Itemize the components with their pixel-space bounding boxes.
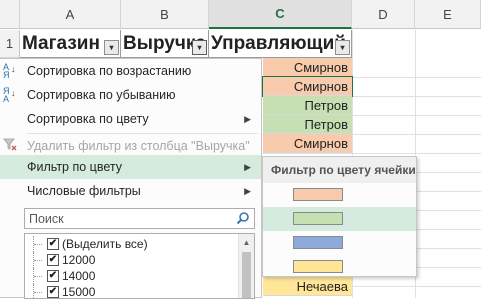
checkbox[interactable]: ✔ xyxy=(47,254,59,266)
list-item[interactable]: ✔ 15000 xyxy=(33,284,96,299)
header-cell-manager-text: Управляющий xyxy=(211,32,346,54)
autofilter-menu: А Я ↓ Сортировка по возрастанию Я А ↓ Сортир… xyxy=(0,58,262,299)
cell-manager[interactable]: Нечаева xyxy=(263,277,352,296)
checkbox[interactable]: ✔ xyxy=(47,238,59,250)
cell-manager[interactable]: Смирнов xyxy=(263,58,352,77)
menu-sort-ascending-label: Сортировка по возрастанию xyxy=(27,64,192,78)
header-cell-shop-text: Магазин xyxy=(22,32,100,54)
values-listbox[interactable]: ✔ (Выделить все) ✔ 12000 ✔ 14000 ✔ 15000… xyxy=(24,233,255,299)
color-option[interactable] xyxy=(263,207,416,231)
menu-sort-ascending[interactable]: А Я ↓ Сортировка по возрастанию xyxy=(0,59,261,83)
header-cell-revenue[interactable]: Выручка ▾ xyxy=(121,30,209,58)
sort-descending-icon: Я А ↓ xyxy=(3,86,16,104)
color-option[interactable] xyxy=(263,231,416,255)
scroll-up-icon[interactable]: ▲ xyxy=(239,234,254,250)
filter-by-cell-color-submenu: Фильтр по цвету ячейки xyxy=(262,156,417,277)
menu-filter-by-color[interactable]: Фильтр по цвету ▶ xyxy=(0,155,261,179)
menu-sort-by-color-label: Сортировка по цвету xyxy=(27,112,149,126)
color-swatch-blue xyxy=(293,236,343,249)
tree-line xyxy=(33,252,45,268)
color-swatch-yellow xyxy=(293,260,343,273)
select-all-corner[interactable] xyxy=(0,0,20,29)
menu-number-filters[interactable]: Числовые фильтры ▶ xyxy=(0,179,261,203)
tree-line xyxy=(33,268,45,284)
filter-dropdown-button-b[interactable]: ▾ xyxy=(192,40,207,55)
tree-line xyxy=(33,236,45,252)
column-header-b[interactable]: B xyxy=(121,0,209,29)
filter-dropdown-button-c[interactable]: ▾ xyxy=(335,40,350,55)
menu-filter-by-color-label: Фильтр по цвету xyxy=(27,160,122,174)
clear-filter-icon xyxy=(3,137,17,153)
list-item[interactable]: ✔ 14000 xyxy=(33,268,95,284)
list-item-label: 14000 xyxy=(62,269,96,283)
filter-dropdown-button-a[interactable]: ▾ xyxy=(104,40,119,55)
submenu-title: Фильтр по цвету ячейки xyxy=(263,157,416,183)
cell-manager[interactable]: Петров xyxy=(263,115,352,134)
row-header-1[interactable]: 1 xyxy=(0,30,20,58)
list-item[interactable]: ✔ 12000 xyxy=(33,252,95,268)
column-header-e[interactable]: E xyxy=(415,0,481,29)
list-item-label: (Выделить все) xyxy=(62,237,148,251)
list-item[interactable]: ✔ (Выделить все) xyxy=(33,236,148,252)
header-cell-shop[interactable]: Магазин ▾ xyxy=(20,30,121,58)
color-option[interactable] xyxy=(263,183,416,207)
checkbox[interactable]: ✔ xyxy=(47,286,59,298)
menu-number-filters-label: Числовые фильтры xyxy=(27,184,141,198)
cell-manager[interactable]: Петров xyxy=(263,96,352,115)
color-swatch-green xyxy=(293,212,343,225)
menu-sort-descending-label: Сортировка по убыванию xyxy=(27,88,176,102)
menu-sort-descending[interactable]: Я А ↓ Сортировка по убыванию xyxy=(0,83,261,107)
listbox-scrollbar[interactable]: ▲ xyxy=(238,234,254,298)
list-item-label: 15000 xyxy=(62,285,96,299)
cell-manager[interactable]: Смирнов xyxy=(263,134,352,153)
submenu-arrow-icon: ▶ xyxy=(244,161,251,172)
tree-line xyxy=(33,284,45,298)
cell-manager[interactable]: Смирнов xyxy=(262,76,353,97)
list-item-label: 12000 xyxy=(62,253,96,267)
column-header-a[interactable]: A xyxy=(20,0,121,29)
sort-ascending-icon: А Я ↓ xyxy=(3,62,16,80)
header-cell-manager[interactable]: Управляющий ▾ xyxy=(209,30,352,58)
submenu-arrow-icon: ▶ xyxy=(244,185,251,196)
color-option[interactable] xyxy=(263,255,416,279)
menu-clear-filter-label: Удалить фильтр из столбца "Выручка" xyxy=(27,139,250,153)
search-input[interactable]: Поиск xyxy=(24,208,255,229)
menu-sort-by-color[interactable]: Сортировка по цвету ▶ xyxy=(0,107,261,131)
search-icon xyxy=(236,211,250,228)
submenu-arrow-icon: ▶ xyxy=(244,113,251,124)
column-header-d[interactable]: D xyxy=(352,0,415,29)
checkbox[interactable]: ✔ xyxy=(47,270,59,282)
search-placeholder: Поиск xyxy=(29,211,64,226)
scrollbar-thumb[interactable] xyxy=(242,252,251,298)
color-swatch-orange xyxy=(293,188,343,201)
column-header-c[interactable]: C xyxy=(209,0,352,29)
